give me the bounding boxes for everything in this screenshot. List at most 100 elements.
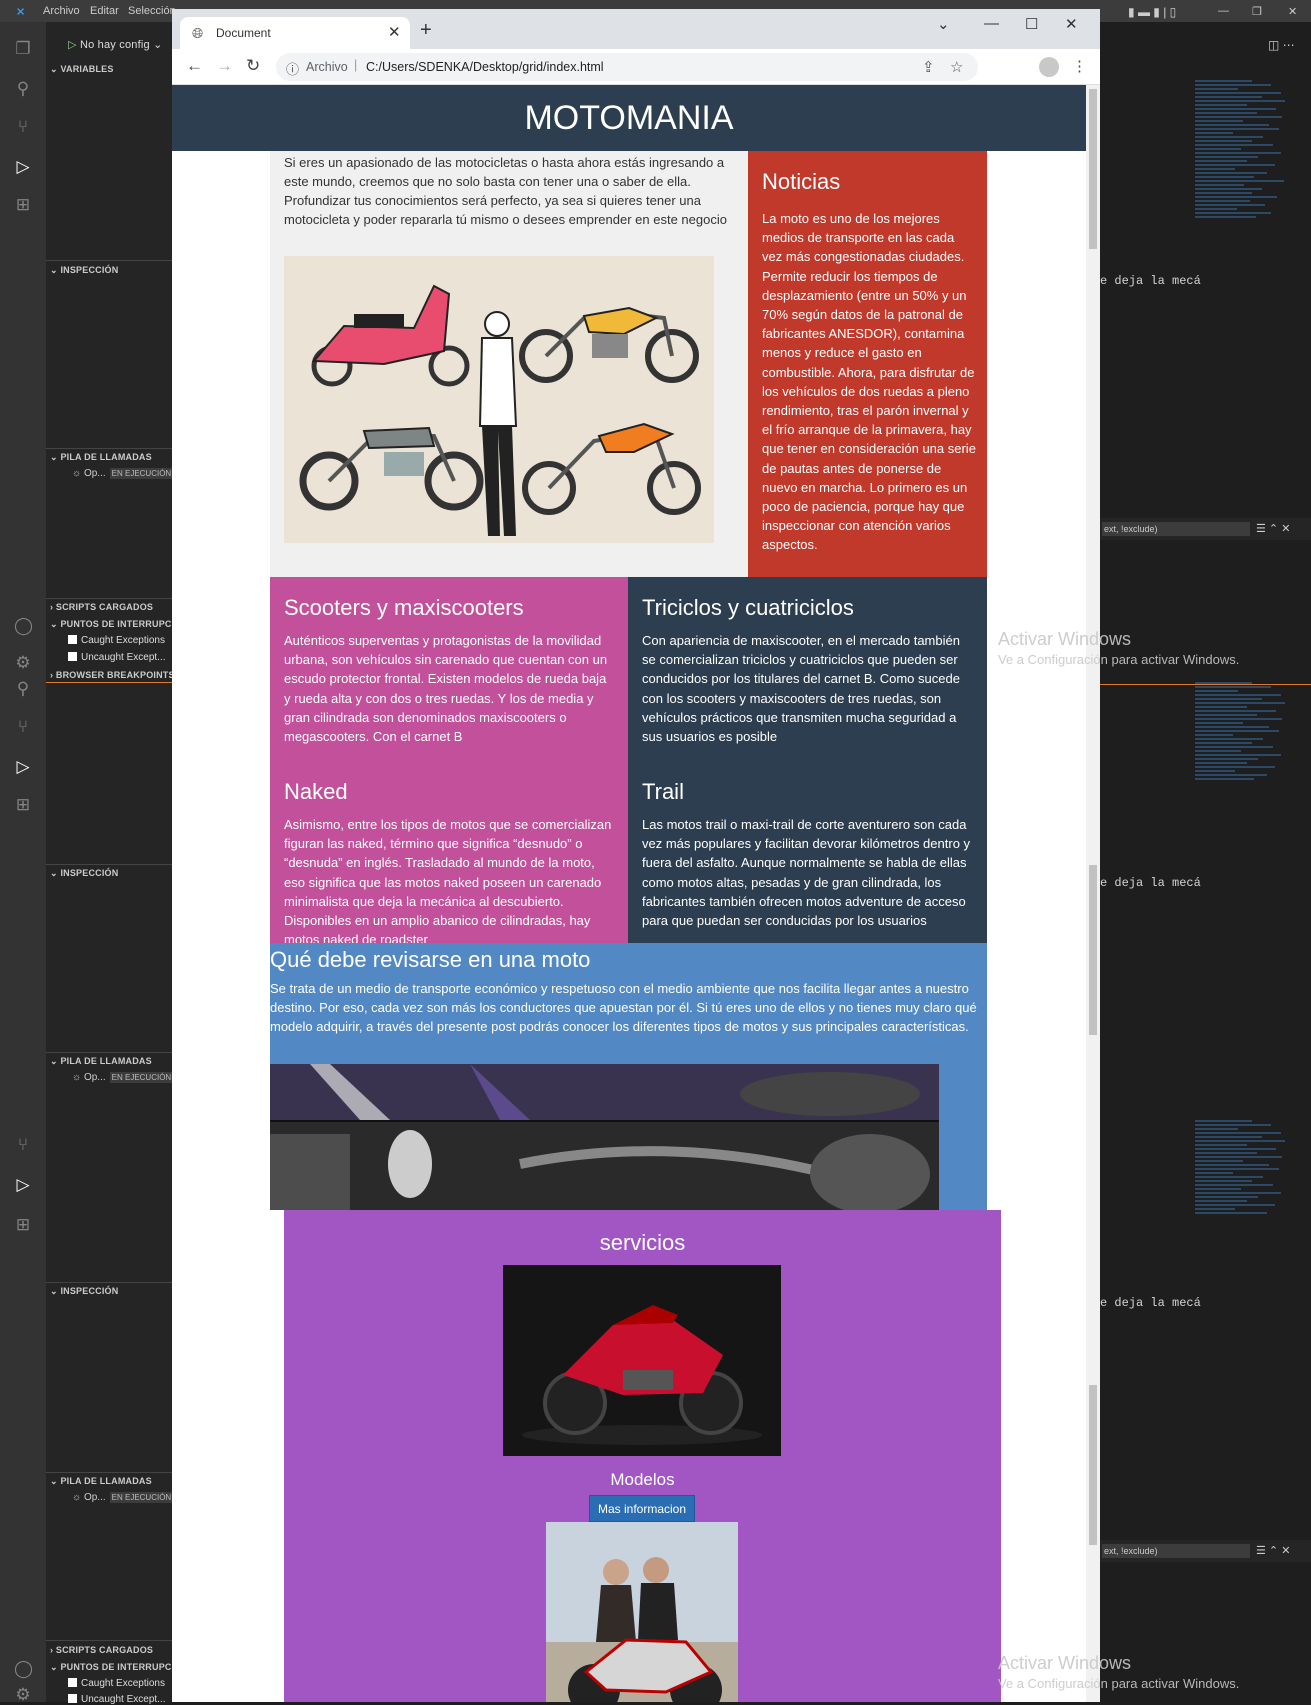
news-title: Noticias: [762, 169, 841, 194]
source-control-icon[interactable]: ⑂: [14, 118, 32, 136]
section-inspection[interactable]: ⌄ INSPECCIÓN: [50, 868, 118, 879]
thread-item[interactable]: ☼ Op... EN EJECUCIÓN: [72, 1072, 174, 1083]
code-text: e deja la mecá: [1100, 1296, 1201, 1310]
scooters-title: Scooters y maxiscooters: [284, 595, 524, 620]
browser-window: 🌐︎ Document ✕ + ⌄ — ☐ ✕ ← → ↻ ⓘ Archivo …: [172, 9, 1100, 1702]
forward-icon[interactable]: →: [216, 56, 233, 76]
section-inspection[interactable]: ⌄ INSPECCIÓN: [50, 1286, 118, 1297]
site-header: MOTOMANIA: [172, 85, 1086, 151]
scroll-thumb[interactable]: [1089, 865, 1097, 1035]
filter-input[interactable]: ext, !exclude): [1102, 1544, 1250, 1558]
globe-icon: 🌐︎: [192, 25, 204, 41]
revisar-title: Qué debe revisarse en una moto: [270, 947, 591, 972]
layout-icons[interactable]: ▮ ▬ ▮ | ▯: [1128, 5, 1176, 19]
more-info-button[interactable]: Mas informacion: [589, 1495, 695, 1522]
panel-actions-icons[interactable]: ☰ ⌃ ✕: [1256, 1544, 1290, 1557]
section-scripts[interactable]: › SCRIPTS CARGADOS: [50, 1645, 153, 1655]
gear-icon[interactable]: ⚙: [14, 1686, 32, 1704]
section-call-stack[interactable]: ⌄ PILA DE LLAMADAS: [50, 1056, 152, 1067]
back-icon[interactable]: ←: [186, 56, 203, 76]
account-icon[interactable]: ◯: [14, 617, 33, 635]
caught-exceptions-checkbox[interactable]: Caught Exceptions: [68, 635, 165, 646]
explorer-icon[interactable]: ❐: [14, 40, 32, 58]
tab-search-icon[interactable]: ⌄: [937, 15, 950, 33]
maximize-icon[interactable]: ☐: [1025, 15, 1038, 33]
code-text: e deja la mecá: [1100, 274, 1201, 288]
tab-title: Document: [216, 26, 271, 40]
run-debug-icon[interactable]: ▷: [14, 1176, 32, 1194]
minimize-icon[interactable]: —: [1218, 5, 1229, 17]
search-icon[interactable]: ⚲: [14, 80, 32, 98]
activity-bar: ❐ ⚲ ⑂ ▷ ⊞ ◯ ⚙ ⚲ ⑂ ▷ ⊞ ⑂ ▷ ⊞ ◯ ⚙: [0, 22, 46, 1704]
gear-icon[interactable]: ⚙: [14, 654, 32, 672]
info-icon[interactable]: ⓘ: [286, 59, 299, 78]
intro-text: Si eres un apasionado de las motocicleta…: [284, 155, 727, 227]
trail-text: Las motos trail o maxi-trail de corte av…: [642, 817, 971, 929]
panel-actions-icons[interactable]: ☰ ⌃ ✕: [1256, 522, 1290, 535]
reload-icon[interactable]: ↻: [246, 56, 260, 76]
section-variables[interactable]: ⌄ VARIABLES: [50, 64, 114, 75]
scroll-thumb[interactable]: [1089, 1385, 1097, 1545]
split-editor-icon[interactable]: ◫ ⋯: [1268, 38, 1295, 52]
profile-avatar[interactable]: [1039, 57, 1059, 77]
page-scrollbar[interactable]: [1086, 85, 1100, 1702]
activate-windows-watermark: Activar Windows Ve a Configuración para …: [998, 629, 1240, 667]
restore-icon[interactable]: ❐: [1252, 5, 1262, 18]
source-control-icon[interactable]: ⑂: [14, 718, 32, 736]
vscode-logo-icon: ⨯: [16, 6, 26, 18]
section-breakpoints[interactable]: ⌄ PUNTOS DE INTERRUPCIÓ: [50, 1662, 182, 1673]
news-section: Noticias La moto es uno de los mejores m…: [748, 151, 987, 577]
run-config-select[interactable]: ▷ No hay config ⌄: [68, 38, 163, 51]
section-inspection[interactable]: ⌄ INSPECCIÓN: [50, 265, 118, 276]
browser-toolbar: ← → ↻ ⓘ Archivo | C:/Users/SDENKA/Deskto…: [172, 49, 1100, 85]
section-call-stack[interactable]: ⌄ PILA DE LLAMADAS: [50, 1476, 152, 1487]
new-tab-button[interactable]: +: [420, 19, 432, 42]
minimap[interactable]: [1195, 1118, 1290, 1216]
scroll-thumb[interactable]: [1089, 89, 1097, 249]
extensions-icon[interactable]: ⊞: [14, 1216, 32, 1234]
section-scripts[interactable]: › SCRIPTS CARGADOS: [50, 602, 153, 612]
tab-document[interactable]: 🌐︎ Document ✕: [180, 17, 410, 49]
extensions-icon[interactable]: ⊞: [14, 796, 32, 814]
page-viewport: MOTOMANIA Si eres un apasionado de las m…: [172, 85, 1086, 1702]
caught-exceptions-checkbox[interactable]: Caught Exceptions: [68, 1678, 165, 1689]
intro-section: Si eres un apasionado de las motocicleta…: [270, 151, 748, 577]
search-icon[interactable]: ⚲: [14, 680, 32, 698]
menu-archivo[interactable]: Archivo: [43, 5, 80, 17]
scooters-text: Auténticos superventas y protagonistas d…: [284, 633, 608, 745]
close-tab-icon[interactable]: ✕: [388, 23, 401, 41]
bookmark-star-icon[interactable]: ☆: [950, 58, 963, 76]
debug-sidebar: ▷ No hay config ⌄ ⌄ VARIABLES ⌄ INSPECCI…: [46, 22, 181, 1705]
share-icon[interactable]: ⇪: [922, 58, 935, 76]
menu-seleccion[interactable]: Selección: [128, 5, 176, 17]
news-text: La moto es uno de los mejores medios de …: [762, 211, 976, 553]
address-bar[interactable]: ⓘ Archivo | C:/Users/SDENKA/Desktop/grid…: [276, 53, 978, 81]
menu-editar[interactable]: Editar: [90, 5, 119, 17]
extensions-icon[interactable]: ⊞: [14, 196, 32, 214]
filter-input[interactable]: ext, !exclude): [1102, 522, 1250, 536]
account-icon[interactable]: ◯: [14, 1660, 33, 1678]
close-icon[interactable]: ✕: [1288, 5, 1297, 18]
source-control-icon[interactable]: ⑂: [14, 1136, 32, 1154]
thread-item[interactable]: ☼ Op... EN EJECUCIÓN: [72, 1492, 174, 1503]
url-separator: |: [354, 58, 358, 72]
section-browser-breakpoints[interactable]: › BROWSER BREAKPOINTS: [50, 670, 175, 680]
section-breakpoints[interactable]: ⌄ PUNTOS DE INTERRUPCIÓ: [50, 619, 182, 630]
triciclos-card: Triciclos y cuatriciclos Con apariencia …: [628, 577, 987, 765]
close-window-icon[interactable]: ✕: [1065, 15, 1078, 33]
run-debug-icon[interactable]: ▷: [14, 758, 32, 776]
uncaught-exceptions-checkbox[interactable]: Uncaught Except...: [68, 652, 166, 663]
menu-icon[interactable]: ⋮: [1072, 57, 1087, 75]
uncaught-exceptions-checkbox[interactable]: Uncaught Except...: [68, 1694, 166, 1705]
debug-console-bar: ext, !exclude) ☰ ⌃ ✕: [1100, 1540, 1311, 1562]
minimap[interactable]: [1195, 680, 1290, 782]
naked-text: Asimismo, entre los tipos de motos que s…: [284, 817, 612, 948]
minimize-icon[interactable]: —: [984, 15, 999, 32]
mechanic-photo: [270, 1064, 939, 1210]
tab-strip: 🌐︎ Document ✕ + ⌄ — ☐ ✕: [172, 9, 1100, 49]
thread-item[interactable]: ☼ Op... EN EJECUCIÓN: [72, 468, 174, 479]
play-icon[interactable]: ▷: [68, 39, 77, 51]
run-debug-icon[interactable]: ▷: [14, 158, 32, 176]
minimap[interactable]: [1195, 78, 1290, 220]
section-call-stack[interactable]: ⌄ PILA DE LLAMADAS: [50, 452, 152, 463]
